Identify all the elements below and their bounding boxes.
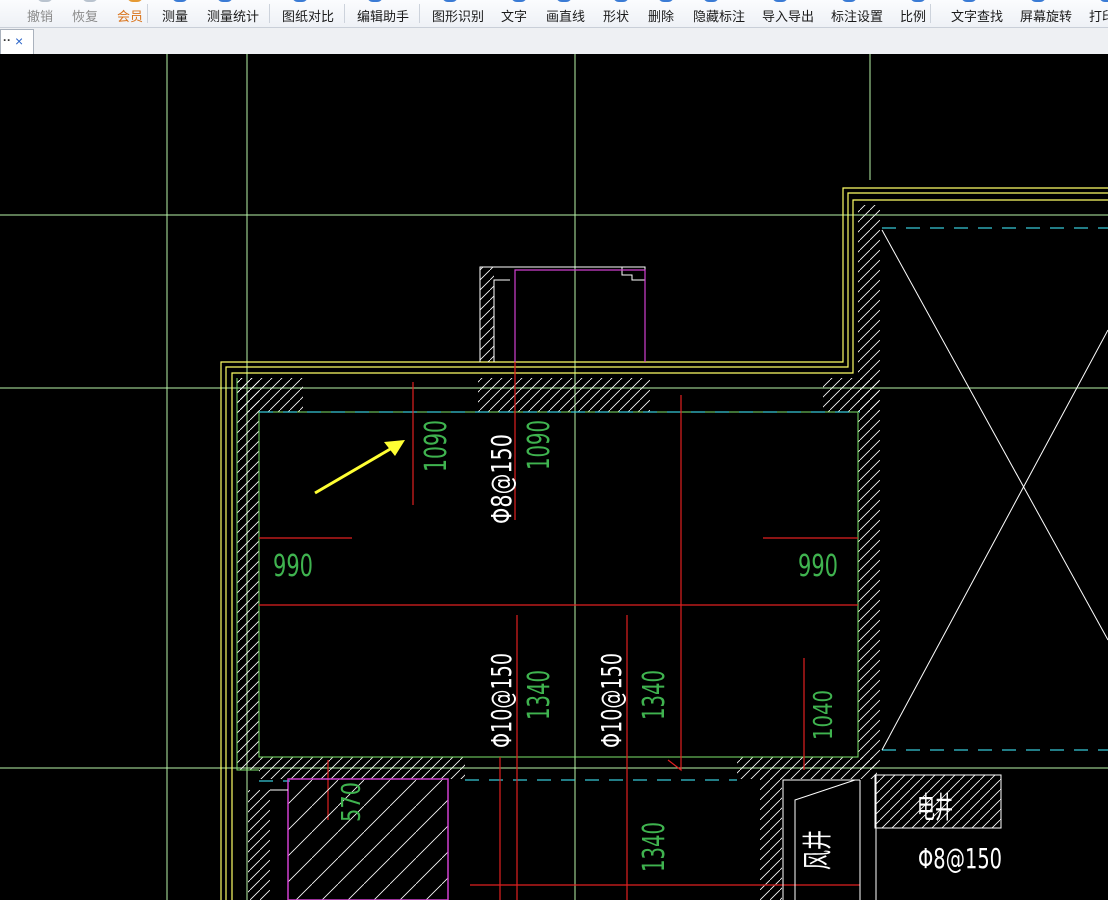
toolbar-button-label: 屏幕旋转 xyxy=(1020,9,1073,24)
toolbar-icon xyxy=(910,0,926,2)
toolbar-icon xyxy=(841,0,857,2)
toolbar-icon xyxy=(772,0,788,2)
toolbar-icon xyxy=(37,0,53,2)
wind-shaft-label: 风井 xyxy=(801,830,836,870)
toolbar-separator xyxy=(419,4,420,23)
toolbar-button-label: 隐藏标注 xyxy=(693,9,746,24)
toolbar-button-label: 测量统计 xyxy=(207,9,260,24)
toolbar-icon xyxy=(613,0,629,2)
dim-text: 1340 xyxy=(522,670,557,720)
toolbar-separator xyxy=(269,4,270,23)
toolbar-separator xyxy=(930,4,931,23)
dim-text: 990 xyxy=(798,549,838,584)
toolbar-button-label: 测量 xyxy=(162,9,189,24)
toolbar-icon xyxy=(127,0,143,2)
toolbar-separator xyxy=(147,4,148,23)
toolbar-icon xyxy=(292,0,308,2)
dim-text: 1340 xyxy=(637,670,672,720)
dim-text: 1040 xyxy=(809,690,839,740)
toolbar-button-label: 图形识别 xyxy=(432,9,485,24)
tab-bar: ·· × xyxy=(0,28,1108,55)
rebar-label: Φ10@150 xyxy=(595,653,628,748)
dim-text: 1090 xyxy=(419,420,454,472)
magenta-outline-top xyxy=(514,269,646,362)
rebar-label: Φ10@150 xyxy=(485,653,518,748)
toolbar-icon xyxy=(961,0,977,2)
shaft-label: 电井 xyxy=(917,791,953,826)
dim-text: 1090 xyxy=(522,420,557,470)
drawing-tab[interactable]: ·· × xyxy=(0,29,34,54)
toolbar-button-label: 标注设置 xyxy=(831,9,884,24)
toolbar-button-label: 形状 xyxy=(603,9,630,24)
toolbar-icon xyxy=(1030,0,1046,2)
dim-text: 990 xyxy=(273,549,313,584)
top-opening xyxy=(479,266,646,362)
toolbar-icon xyxy=(703,0,719,2)
cad-drawing[interactable]: 1090 Φ8@150 1090 990 990 Φ10@150 1340 Φ1… xyxy=(0,54,1108,900)
toolbar-icon xyxy=(442,0,458,2)
dim-text: 570 xyxy=(337,782,367,822)
toolbar-icon xyxy=(511,0,527,2)
toolbar-button-label: 撤销 xyxy=(27,9,54,24)
toolbar-button-label: 打印 xyxy=(1089,9,1108,24)
toolbar-icon xyxy=(367,0,383,2)
toolbar-button-label: 删除 xyxy=(648,9,675,24)
toolbar-button-label: 恢复 xyxy=(72,9,99,24)
close-icon[interactable]: × xyxy=(15,33,23,49)
toolbar-icon xyxy=(217,0,233,2)
grid-lines xyxy=(0,54,1108,900)
cyan-dashed-lines xyxy=(259,227,1108,782)
toolbar-separator xyxy=(344,4,345,23)
toolbar-icon xyxy=(556,0,572,2)
toolbar-icon xyxy=(1099,0,1108,2)
rebar-label: Φ8@150 xyxy=(485,434,518,524)
toolbar-icon xyxy=(82,0,98,2)
toolbar-button-label: 导入导出 xyxy=(762,9,815,24)
toolbar-button-label: 画直线 xyxy=(546,9,586,24)
toolbar-button-label: 图纸对比 xyxy=(282,9,335,24)
toolbar-icon xyxy=(172,0,188,2)
toolbar-button-label: 文字 xyxy=(501,9,528,24)
annotation-arrow xyxy=(314,440,405,495)
toolbar-button-label: 会员 xyxy=(117,9,144,24)
toolbar: 撤销 恢复 会员 测量 测量统计 图纸对比 编辑助手 图形识别 文字 画直线 形状 删除 隐藏标注 导入导… xyxy=(0,0,1108,28)
rebar-label: Φ8@150 xyxy=(918,842,1002,875)
toolbar-button-label: 编辑助手 xyxy=(357,9,410,24)
toolbar-button-label: 文字查找 xyxy=(951,9,1004,24)
toolbar-icon xyxy=(658,0,674,2)
tab-title: ·· xyxy=(3,33,11,47)
drawing-canvas[interactable]: 1090 Φ8@150 1090 990 990 Φ10@150 1340 Φ1… xyxy=(0,54,1108,900)
dim-text: 1340 xyxy=(637,822,672,872)
shaft-cross xyxy=(881,229,1108,751)
toolbar-button-label: 比例 xyxy=(900,9,927,24)
